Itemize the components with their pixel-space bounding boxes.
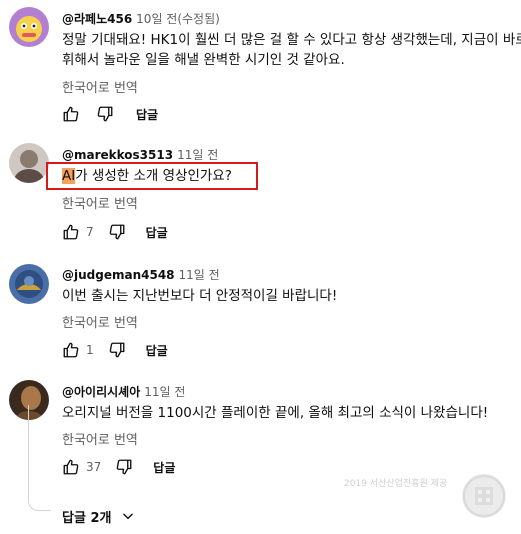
comment-author[interactable]: @아이리시셰아 (62, 385, 140, 399)
like-icon[interactable] (62, 105, 80, 123)
comment-author[interactable]: @라페노456 (62, 12, 132, 26)
translate-link[interactable]: 한국어로 번역 (62, 429, 138, 448)
comment-text-line: 휘해서 놀라운 일을 해낼 완벽한 시기인 것 같아요. (62, 52, 345, 68)
reply-button[interactable]: 답글 (153, 459, 175, 476)
comment-text-line: 오리지널 버전을 1100시간 플레이한 끝에, 올해 최고의 소식이 나왔습니… (62, 405, 489, 421)
comment-actions: 37 답글 (62, 455, 175, 479)
avatar[interactable] (9, 7, 49, 47)
comment-actions: 1 답글 (62, 338, 168, 362)
comment-text-line: 정말 기대돼요! HK1이 훨씬 더 많은 걸 할 수 있다고 항상 생각했는데… (62, 32, 521, 48)
like-count: 7 (86, 225, 94, 239)
dislike-icon[interactable] (115, 458, 133, 476)
like-icon[interactable] (62, 458, 80, 476)
watermark-logo (462, 474, 506, 518)
avatar[interactable] (9, 143, 49, 183)
comment-actions: 7 답글 (62, 220, 168, 244)
comment-time[interactable]: 11일 전 (144, 385, 185, 399)
translate-link[interactable]: 한국어로 번역 (62, 312, 138, 331)
show-replies-label: 답글 2개 (62, 510, 112, 526)
translate-link[interactable]: 한국어로 번역 (62, 193, 138, 212)
comment-time[interactable]: 10일 전(수정됨) (136, 12, 220, 26)
comment-time[interactable]: 11일 전 (177, 148, 218, 162)
avatar[interactable] (9, 264, 49, 304)
comment-author[interactable]: @marekkos3513 (62, 148, 173, 162)
translate-link[interactable]: 한국어로 번역 (62, 77, 138, 96)
reply-button[interactable]: 답글 (136, 106, 158, 123)
dislike-icon[interactable] (96, 105, 114, 123)
reply-button[interactable]: 답글 (146, 224, 168, 241)
chevron-down-icon (121, 509, 135, 523)
reply-button[interactable]: 답글 (146, 342, 168, 359)
like-icon[interactable] (62, 223, 80, 241)
show-replies-button[interactable]: 답글 2개 (62, 505, 135, 527)
like-count: 1 (86, 343, 94, 357)
dislike-icon[interactable] (108, 341, 126, 359)
comment-text-line: 이번 출시는 지난번보다 더 안정적이길 바랍니다! (62, 288, 338, 304)
comment-author[interactable]: @judgeman4548 (62, 268, 175, 282)
reply-thread-line (28, 405, 51, 511)
comment-actions: 답글 (62, 102, 158, 126)
annotation-highlight-box (46, 162, 258, 190)
like-count: 37 (86, 460, 102, 474)
like-icon[interactable] (62, 341, 80, 359)
watermark-text: 2019 서산산업진흥원 제공 (344, 479, 448, 489)
comment-time[interactable]: 11일 전 (179, 268, 220, 282)
dislike-icon[interactable] (108, 223, 126, 241)
